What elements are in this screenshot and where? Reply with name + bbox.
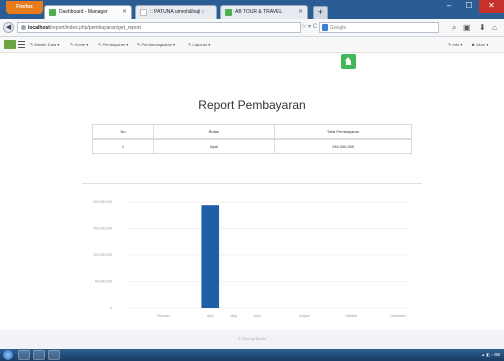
start-button[interactable]	[3, 350, 13, 360]
bar-april	[201, 205, 220, 308]
taskbar-firefox-icon[interactable]	[33, 350, 45, 360]
x-tick-label: June	[254, 314, 261, 318]
x-tick-label: April	[207, 314, 214, 318]
y-tick-label: 50,000,000	[95, 280, 112, 284]
windows-taskbar: ▲ ◧ ♪ ⌨	[0, 349, 504, 361]
x-tick-label: May	[231, 314, 238, 318]
x-tick-label: August	[299, 314, 310, 318]
system-tray: ▲ ◧ ♪ ⌨	[481, 352, 500, 357]
taskbar-app-icon[interactable]	[48, 350, 60, 360]
payment-bar-chart: 0 50,000,000 100,000,000 150,000,000 200,000…	[93, 200, 410, 318]
page-footer: © 2014 by Bosbo	[0, 330, 504, 349]
taskbar-explorer-icon[interactable]	[18, 350, 30, 360]
y-tick-label: 150,000,000	[93, 227, 112, 231]
y-tick-label: 100,000,000	[93, 253, 112, 257]
y-tick-label: 0	[110, 306, 112, 310]
y-tick-label: 200,000,000	[93, 200, 112, 204]
x-tick-label: Februari	[157, 314, 170, 318]
x-tick-label: Desember	[390, 314, 407, 318]
x-tick-label: Oktober	[345, 314, 358, 318]
